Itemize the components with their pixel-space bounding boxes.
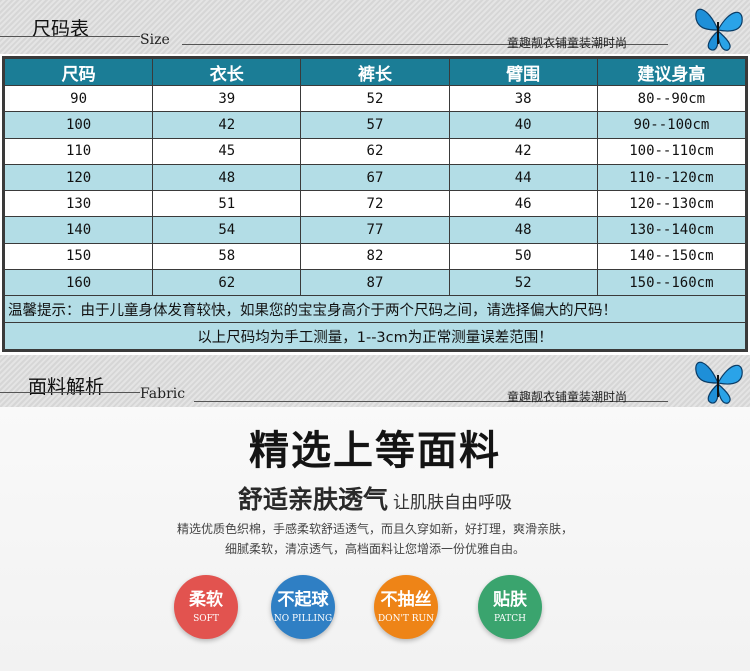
table-cell: 82 (300, 242, 450, 271)
table-cell: 90--100cm (596, 111, 747, 139)
badge-sublabel: DON'T RUN (377, 613, 435, 624)
table-cell: 45 (152, 137, 302, 165)
table-row: 120 48 67 44 110--120cm (3, 163, 747, 192)
fabric-description-line: 精选优质色织棉，手感柔软舒适透气，而且久穿如新，好打理，爽滑亲肤， (176, 522, 573, 536)
table-cell: 52 (448, 269, 598, 297)
badge-soft: 柔软 SOFT (174, 575, 238, 639)
table-cell: 120--130cm (596, 190, 747, 218)
table-header-row: 尺码 衣长 裤长 臂围 建议身高 (3, 58, 747, 86)
badge-label: 柔软 (189, 589, 223, 610)
table-cell: 42 (152, 111, 302, 139)
table-cell: 140--150cm (596, 242, 747, 271)
table-row: 100 42 57 40 90--100cm (3, 111, 747, 139)
table-cell: 46 (448, 190, 598, 218)
table-cell: 100 (3, 111, 154, 139)
table-cell: 72 (300, 190, 450, 218)
table-cell: 140 (3, 216, 154, 244)
size-table: 尺码 衣长 裤长 臂围 建议身高 90 39 52 38 80--90cm 10… (2, 56, 748, 352)
table-cell: 48 (152, 163, 302, 192)
table-cell: 38 (448, 84, 598, 113)
table-cell: 52 (300, 84, 450, 113)
table-cell: 44 (448, 163, 598, 192)
fabric-section-title: 面料解析 (28, 376, 105, 398)
tip-row: 以上尺码均为手工测量，1--3cm为正常测量误差范围！ (4, 322, 746, 351)
measure-note-text: 以上尺码均为手工测量，1--3cm为正常测量误差范围！ (4, 322, 746, 351)
size-section-subtitle: Size (140, 32, 170, 48)
table-cell: 87 (300, 269, 450, 297)
table-cell: 57 (300, 111, 450, 139)
table-cell: 160 (3, 269, 154, 297)
column-header: 臂围 (448, 58, 598, 86)
butterfly-icon (695, 8, 743, 51)
badge-sublabel: PATCH (494, 613, 526, 624)
table-cell: 62 (152, 269, 302, 297)
table-cell: 40 (448, 111, 598, 139)
table-cell: 150 (3, 242, 154, 271)
badge-label: 不起球 (277, 589, 329, 610)
fabric-description-line: 细腻柔软，清凉透气，高档面料让您增添一份优雅自由。 (224, 542, 525, 556)
tip-row: 温馨提示：由于儿童身体发育较快，如果您的宝宝身高介于两个尺码之间，请选择偏大的尺… (4, 295, 746, 324)
table-cell: 110 (3, 137, 154, 165)
table-cell: 80--90cm (596, 84, 747, 113)
badge-patch: 贴肤 PATCH (478, 575, 542, 639)
column-header: 裤长 (300, 58, 450, 86)
table-cell: 120 (3, 163, 154, 192)
table-cell: 62 (300, 137, 450, 165)
butterfly-icon (695, 361, 743, 404)
divider (0, 392, 140, 393)
table-cell: 130--140cm (596, 216, 747, 244)
table-cell: 100--110cm (596, 137, 747, 165)
table-cell: 39 (152, 84, 302, 113)
table-cell: 67 (300, 163, 450, 192)
badge-label: 贴肤 (493, 589, 527, 610)
column-header: 尺码 (3, 58, 154, 86)
badge-dont-run: 不抽丝 DON'T RUN (374, 575, 438, 639)
column-header: 建议身高 (596, 58, 747, 86)
badge-label: 不抽丝 (380, 589, 432, 610)
table-cell: 50 (448, 242, 598, 271)
divider (0, 36, 140, 37)
shop-name: 童趣靓衣铺童装潮时尚 (507, 390, 628, 404)
fabric-section-subtitle: Fabric (140, 386, 186, 402)
table-cell: 58 (152, 242, 302, 271)
size-tip-text: 温馨提示：由于儿童身体发育较快，如果您的宝宝身高介于两个尺码之间，请选择偏大的尺… (4, 295, 746, 324)
table-cell: 54 (152, 216, 302, 244)
table-row: 150 58 82 50 140--150cm (3, 242, 747, 271)
table-cell: 48 (448, 216, 598, 244)
table-cell: 150--160cm (596, 269, 747, 297)
table-cell: 90 (3, 84, 154, 113)
table-cell: 77 (300, 216, 450, 244)
table-cell: 110--120cm (596, 163, 747, 192)
subheadline-main: 舒适亲肤透气 (237, 485, 388, 514)
table-cell: 130 (3, 190, 154, 218)
table-row: 130 51 72 46 120--130cm (3, 190, 747, 218)
table-cell: 42 (448, 137, 598, 165)
badge-sublabel: NO PILLING (273, 613, 333, 624)
subheadline-small: 让肌肤自由呼吸 (393, 493, 513, 513)
fabric-headline: 精选上等面料 (249, 428, 501, 474)
badge-no-pilling: 不起球 NO PILLING (271, 575, 335, 639)
table-row: 160 62 87 52 150--160cm (3, 269, 747, 297)
fabric-subheadline: 舒适亲肤透气 让肌肤自由呼吸 (0, 480, 750, 516)
shop-name: 童趣靓衣铺童装潮时尚 (507, 36, 628, 50)
table-cell: 51 (152, 190, 302, 218)
column-header: 衣长 (152, 58, 302, 86)
badge-sublabel: SOFT (193, 613, 219, 624)
table-row: 90 39 52 38 80--90cm (3, 84, 747, 113)
table-row: 110 45 62 42 100--110cm (3, 137, 747, 165)
fabric-header-bar: 面料解析 Fabric 童趣靓衣铺童装潮时尚 (0, 355, 750, 407)
table-row: 140 54 77 48 130--140cm (3, 216, 747, 244)
size-header-bar: 尺码表 Size 童趣靓衣铺童装潮时尚 (0, 0, 750, 54)
